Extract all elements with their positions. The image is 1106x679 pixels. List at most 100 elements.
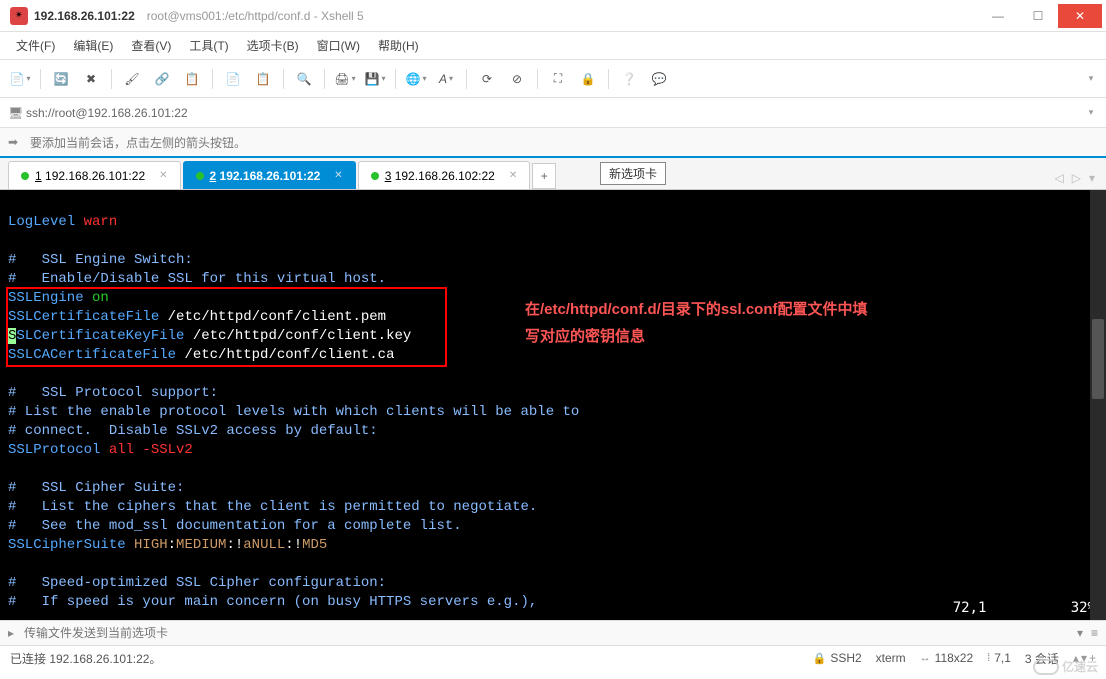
menu-tab[interactable]: 选项卡(B) bbox=[241, 33, 305, 58]
menu-bar: 文件(F) 编辑(E) 查看(V) 工具(T) 选项卡(B) 窗口(W) 帮助(… bbox=[0, 32, 1106, 60]
compose-toggle-icon[interactable]: ▸ bbox=[4, 626, 18, 640]
save-button[interactable]: 💾 bbox=[363, 67, 387, 91]
status-term-type: xterm bbox=[876, 651, 906, 665]
reconnect-button[interactable]: 🔄 bbox=[49, 67, 73, 91]
address-dropdown[interactable]: ▾ bbox=[1084, 94, 1098, 132]
new-session-button[interactable]: 📄 bbox=[8, 67, 32, 91]
term-line: /etc/httpd/conf/client.pem bbox=[159, 309, 386, 325]
props-button[interactable]: 📋 bbox=[180, 67, 204, 91]
term-line: /etc/httpd/conf/client.ca bbox=[176, 347, 394, 363]
bookmark-icon[interactable]: ➡ bbox=[8, 135, 26, 149]
status-protocol: 🔒SSH2 bbox=[813, 651, 862, 665]
toolbar-overflow[interactable]: ▾ bbox=[1084, 60, 1098, 98]
term-line: on bbox=[84, 290, 109, 306]
term-line: HIGH bbox=[126, 537, 168, 553]
lock-button[interactable]: 🔒 bbox=[576, 67, 600, 91]
highlight-box: SSLEngine on SSLCertificateFile /etc/htt… bbox=[8, 289, 445, 365]
tooltip: 新选项卡 bbox=[600, 162, 666, 185]
term-line: SSLCertificateFile bbox=[8, 309, 159, 325]
session-tab-1[interactable]: 1 192.168.26.101:22 ✕ bbox=[8, 161, 181, 189]
close-button[interactable]: ✕ bbox=[1058, 4, 1102, 28]
close-icon[interactable]: ✕ bbox=[509, 170, 517, 181]
copy-button[interactable]: 📄 bbox=[221, 67, 245, 91]
status-text: 7,1 bbox=[994, 651, 1011, 665]
watermark: 亿速云 bbox=[1033, 658, 1098, 675]
term-line: SSLProtocol bbox=[8, 442, 100, 458]
find-button[interactable]: 🔍 bbox=[292, 67, 316, 91]
term-line: # connect. Disable SSLv2 access by defau… bbox=[8, 423, 378, 439]
stop-button[interactable]: ⊘ bbox=[505, 67, 529, 91]
term-line: SLCertificateKeyFile bbox=[16, 328, 184, 344]
link-button[interactable]: 🔗 bbox=[150, 67, 174, 91]
compose-options-icon[interactable]: ▾ bbox=[1073, 626, 1087, 640]
compose-menu-icon[interactable]: ≡ bbox=[1087, 626, 1102, 640]
term-line: # See the mod_ssl documentation for a co… bbox=[8, 518, 462, 534]
paste-button[interactable]: 📋 bbox=[251, 67, 275, 91]
status-bar: 已连接 192.168.26.101:22。 🔒SSH2 xterm ↔118x… bbox=[0, 646, 1106, 670]
fullscreen-button[interactable]: ⛶ bbox=[546, 67, 570, 91]
term-line: SSLEngine bbox=[8, 290, 84, 306]
hint-text: 要添加当前会话，点击左侧的箭头按钮。 bbox=[30, 134, 246, 151]
app-icon: ✴ bbox=[10, 7, 28, 25]
annotation-line: 在/etc/httpd/conf.d/目录下的ssl.conf配置文件中填 bbox=[525, 301, 868, 318]
menu-window[interactable]: 窗口(W) bbox=[311, 33, 366, 58]
annotation-line: 写对应的密钥信息 bbox=[525, 328, 645, 345]
term-line: warn bbox=[75, 214, 117, 230]
term-line: SSLCACertificateFile bbox=[8, 347, 176, 363]
print-button[interactable]: 🖨 bbox=[333, 67, 357, 91]
term-line: # List the enable protocol levels with w… bbox=[8, 404, 579, 420]
separator bbox=[537, 69, 538, 89]
address-text[interactable]: ssh://root@192.168.26.101:22 bbox=[26, 106, 1084, 120]
term-line: MD5 bbox=[302, 537, 327, 553]
separator bbox=[466, 69, 467, 89]
tab-list-icon[interactable]: ▾ bbox=[1086, 171, 1098, 185]
new-tab-button[interactable]: + bbox=[532, 163, 556, 189]
tab-bar: 1 192.168.26.101:22 ✕ 2 192.168.26.101:2… bbox=[0, 158, 1106, 190]
tab-nav: ◁ ▷ ▾ bbox=[1052, 171, 1099, 189]
compose-input[interactable] bbox=[18, 626, 1073, 640]
address-bar: 🖥 ssh://root@192.168.26.101:22 ▾ bbox=[0, 98, 1106, 128]
term-line: /etc/httpd/conf/client.key bbox=[184, 328, 411, 344]
globe-button[interactable]: 🌐 bbox=[404, 67, 428, 91]
term-line: LogLevel bbox=[8, 214, 75, 230]
maximize-button[interactable]: ☐ bbox=[1018, 4, 1058, 28]
term-line: # SSL Protocol support: bbox=[8, 385, 218, 401]
color-button[interactable]: 🖌 bbox=[120, 67, 144, 91]
minimize-button[interactable]: — bbox=[978, 4, 1018, 28]
tab-label: 2 192.168.26.101:22 bbox=[210, 169, 321, 183]
separator bbox=[608, 69, 609, 89]
term-line: # Speed-optimized SSL Cipher configurati… bbox=[8, 575, 386, 591]
close-icon[interactable]: ✕ bbox=[159, 170, 167, 181]
toolbar: 📄 🔄 ✖ 🖌 🔗 📋 📄 📋 🔍 🖨 💾 🌐 A ⟳ ⊘ ⛶ 🔒 ❔ 💬 ▾ bbox=[0, 60, 1106, 98]
separator bbox=[212, 69, 213, 89]
term-line: # SSL Engine Switch: bbox=[8, 252, 193, 268]
tab-label: 1 192.168.26.101:22 bbox=[35, 169, 145, 183]
close-icon[interactable]: ✕ bbox=[334, 170, 342, 181]
disconnect-button[interactable]: ✖ bbox=[79, 67, 103, 91]
title-ip: 192.168.26.101:22 bbox=[34, 9, 135, 23]
tab-prev-icon[interactable]: ◁ bbox=[1052, 171, 1067, 185]
menu-view[interactable]: 查看(V) bbox=[125, 33, 177, 58]
lock-icon: 🔒 bbox=[813, 652, 827, 665]
status-dot-icon bbox=[21, 172, 29, 180]
separator bbox=[111, 69, 112, 89]
scrollbar-thumb[interactable] bbox=[1092, 319, 1104, 399]
help-button[interactable]: ❔ bbox=[617, 67, 641, 91]
tab-next-icon[interactable]: ▷ bbox=[1069, 171, 1084, 185]
session-tab-2[interactable]: 2 192.168.26.101:22 ✕ bbox=[183, 161, 356, 189]
menu-tools[interactable]: 工具(T) bbox=[183, 33, 234, 58]
window-controls: — ☐ ✕ bbox=[978, 4, 1102, 28]
terminal[interactable]: LogLevel warn # SSL Engine Switch: # Ena… bbox=[0, 190, 1106, 620]
status-size: ↔118x22 bbox=[920, 651, 973, 665]
term-line: # List the ciphers that the client is pe… bbox=[8, 499, 537, 515]
session-tab-3[interactable]: 3 192.168.26.102:22 ✕ bbox=[358, 161, 531, 189]
menu-help[interactable]: 帮助(H) bbox=[372, 33, 425, 58]
term-line: :! bbox=[285, 537, 302, 553]
menu-edit[interactable]: 编辑(E) bbox=[67, 33, 119, 58]
font-button[interactable]: A bbox=[434, 67, 458, 91]
run-button[interactable]: ⟳ bbox=[475, 67, 499, 91]
scrollbar[interactable] bbox=[1090, 190, 1106, 620]
hint-bar: ➡ 要添加当前会话，点击左侧的箭头按钮。 bbox=[0, 128, 1106, 158]
menu-file[interactable]: 文件(F) bbox=[10, 33, 61, 58]
feedback-button[interactable]: 💬 bbox=[647, 67, 671, 91]
